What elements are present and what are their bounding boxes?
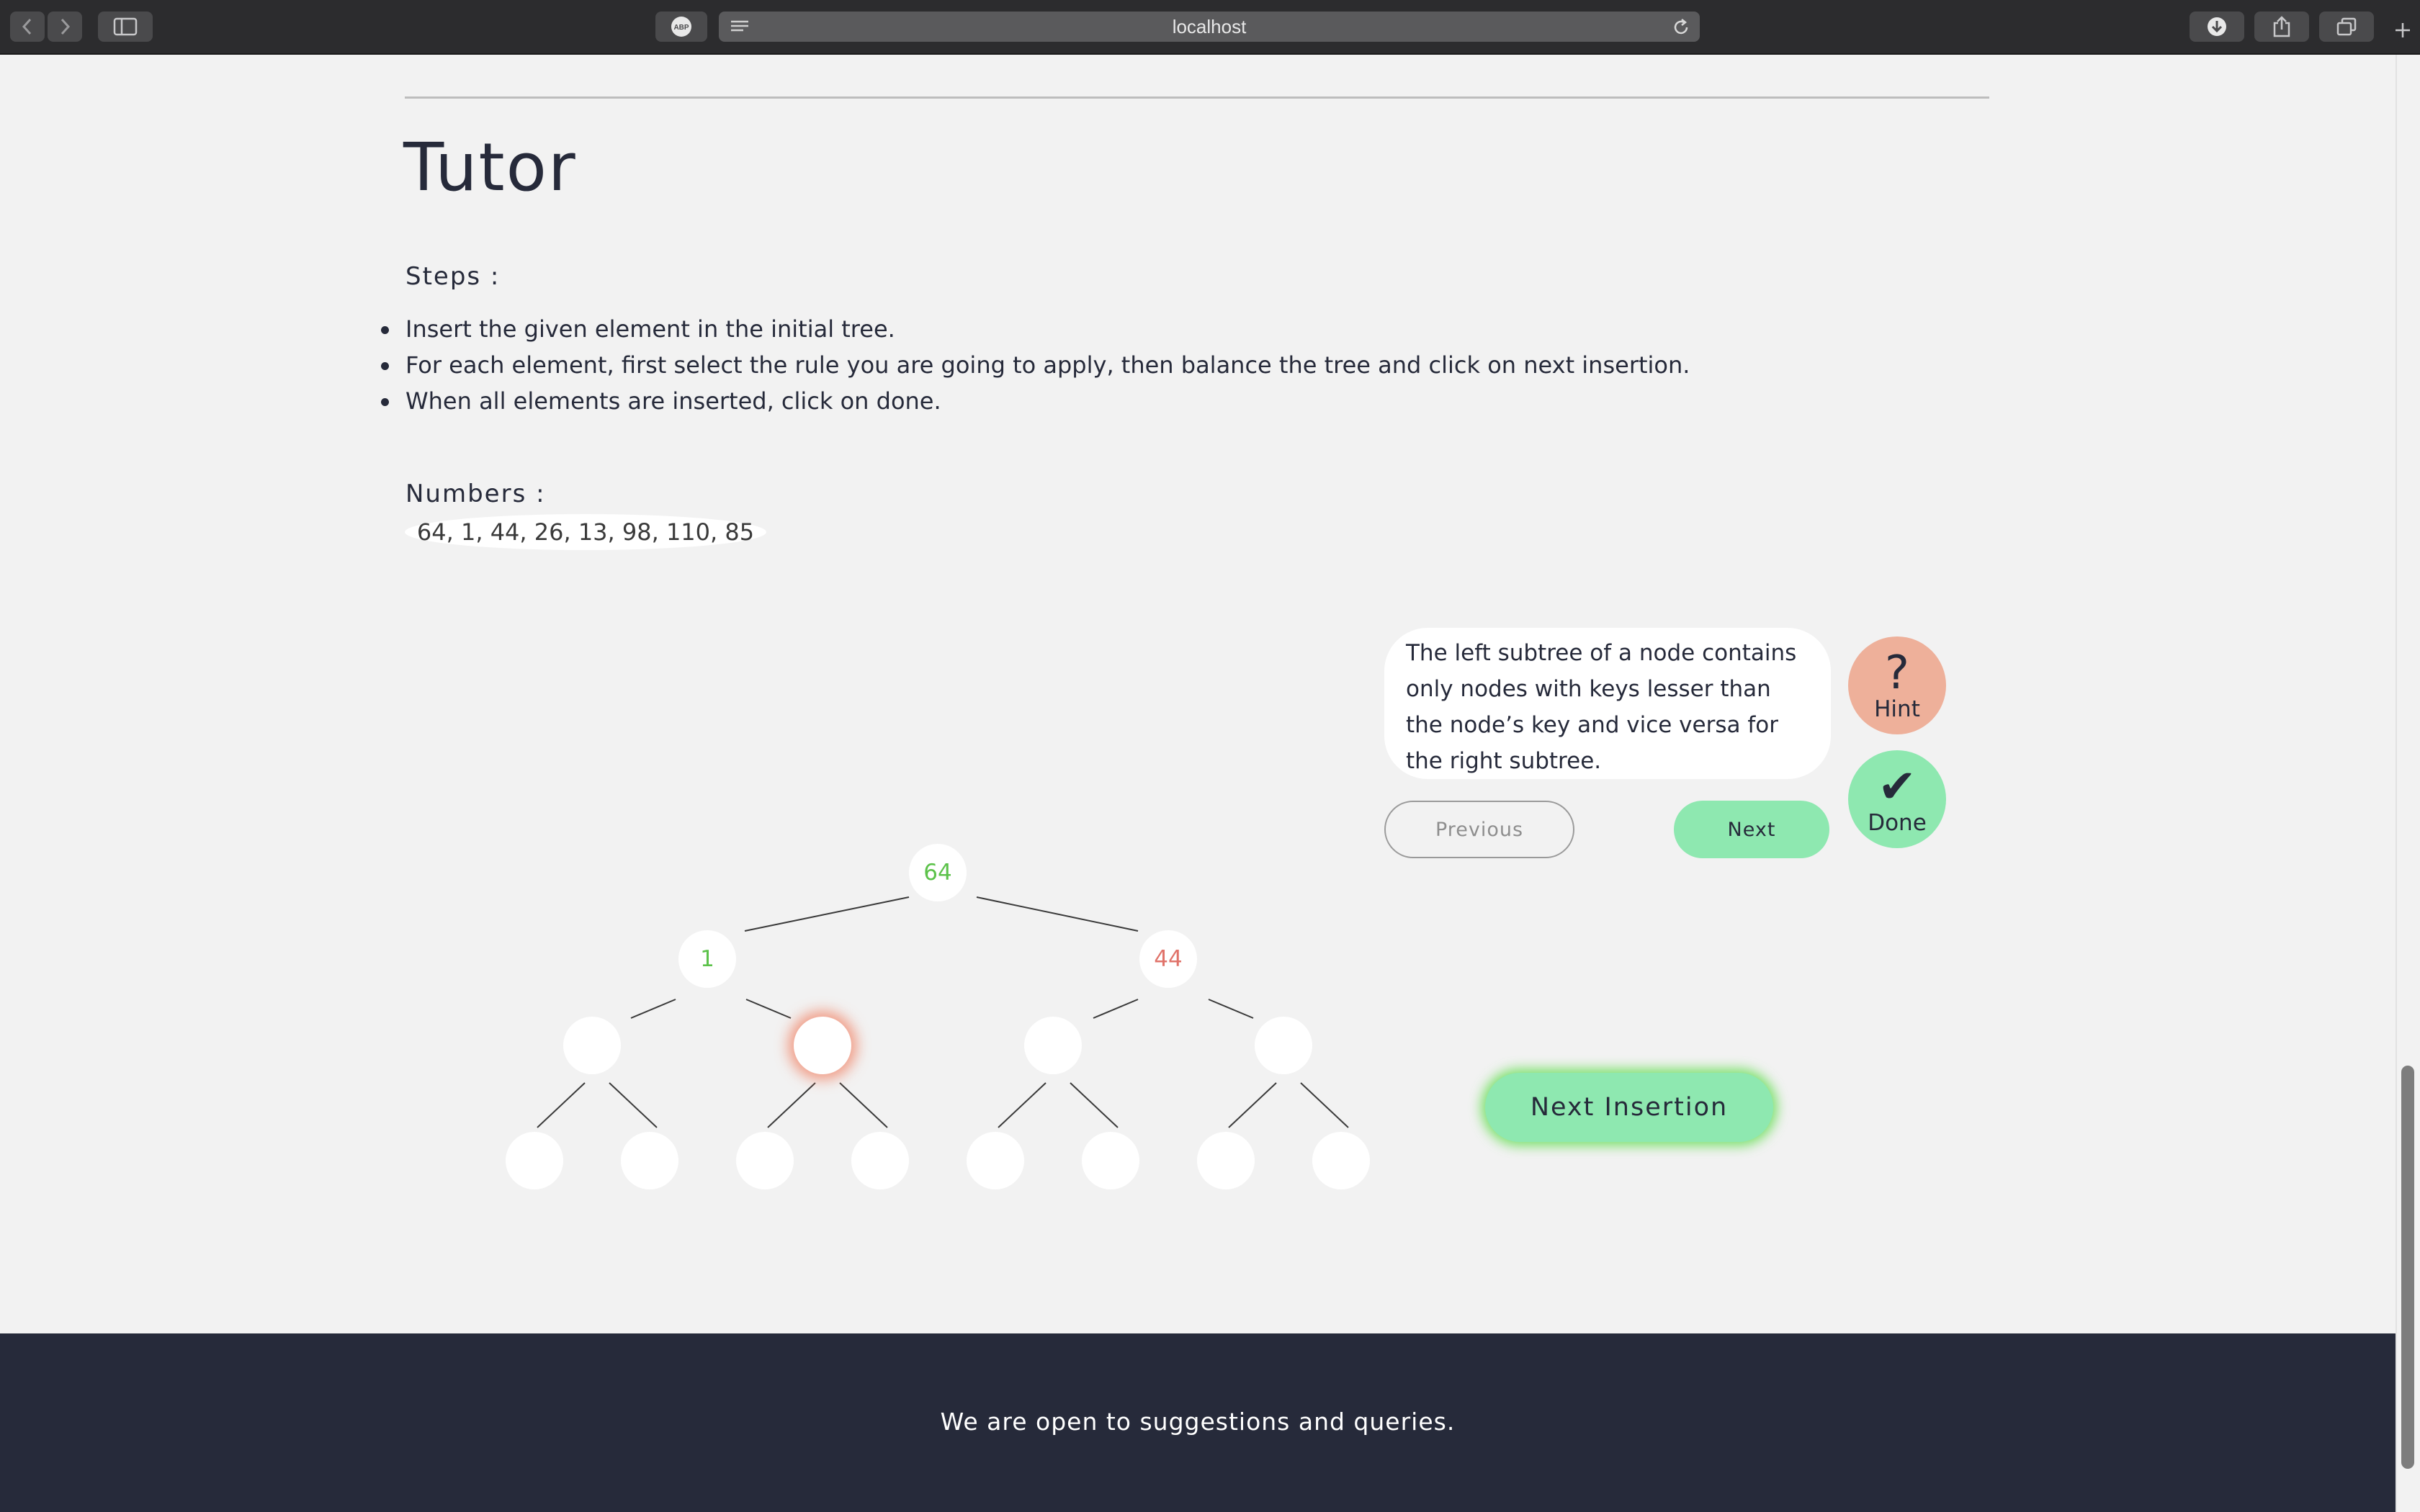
divider <box>405 96 1989 99</box>
tree-edge <box>1208 999 1254 1019</box>
tree-node[interactable] <box>506 1132 563 1189</box>
tree-node[interactable] <box>1312 1132 1370 1189</box>
page: ABP localhost Tutor Steps : Insert the g… <box>0 0 2420 1512</box>
tree-edge <box>537 1082 586 1128</box>
address-bar[interactable]: localhost <box>719 12 1700 42</box>
tree-node-root[interactable]: 64 <box>909 844 967 901</box>
tree-node[interactable] <box>736 1132 794 1189</box>
forward-button[interactable] <box>48 12 82 42</box>
chevron-right-icon <box>60 18 71 35</box>
done-label: Done <box>1868 810 1927 836</box>
tree-node[interactable] <box>1197 1132 1255 1189</box>
hint-text: The left subtree of a node contains only… <box>1384 628 1831 779</box>
done-button[interactable]: ✔ Done <box>1848 750 1946 848</box>
scrollbar-thumb[interactable] <box>2401 1066 2414 1469</box>
sidebar-icon <box>113 17 138 36</box>
reload-icon[interactable] <box>1671 17 1691 37</box>
tree-node[interactable]: 1 <box>678 930 736 988</box>
tree-edge <box>609 1082 658 1128</box>
new-tab-button[interactable] <box>2388 16 2417 45</box>
share-button[interactable] <box>2254 12 2309 42</box>
tree-node-selected[interactable] <box>794 1017 851 1074</box>
next-button[interactable]: Next <box>1674 801 1829 858</box>
tree-edge <box>744 896 910 932</box>
download-icon <box>2208 17 2226 36</box>
browser-toolbar: ABP localhost <box>0 0 2420 55</box>
tree-edge <box>767 1082 816 1128</box>
tree-node[interactable]: 44 <box>1139 930 1197 988</box>
tree-edge <box>1070 1082 1119 1128</box>
tree-node[interactable] <box>967 1132 1024 1189</box>
tree-edge <box>976 896 1139 932</box>
chevron-left-icon <box>22 18 32 35</box>
downloads-button[interactable] <box>2190 12 2244 42</box>
footer-text: We are open to suggestions and queries. <box>940 1408 1456 1436</box>
steps-list: Insert the given element in the initial … <box>380 311 1690 419</box>
step-item: When all elements are inserted, click on… <box>380 383 1690 419</box>
tree-edge <box>1228 1082 1277 1128</box>
previous-button[interactable]: Previous <box>1384 801 1574 858</box>
back-button[interactable] <box>10 12 45 42</box>
tree-edges <box>537 896 1349 1128</box>
binary-tree: 64 1 44 <box>0 0 2420 1512</box>
footer: We are open to suggestions and queries. <box>0 1333 2396 1512</box>
hint-label: Hint <box>1874 696 1920 722</box>
share-icon <box>2273 16 2290 37</box>
tree-edge <box>630 999 676 1019</box>
tree-edge <box>839 1082 888 1128</box>
next-insertion-button[interactable]: Next Insertion <box>1485 1073 1773 1142</box>
tree-edge <box>998 1082 1047 1128</box>
tree-edge <box>1093 999 1139 1019</box>
tree-node[interactable] <box>621 1132 678 1189</box>
adblock-button[interactable]: ABP <box>655 12 707 42</box>
steps-heading: Steps : <box>405 262 501 291</box>
tabs-overview-button[interactable] <box>2319 12 2374 42</box>
step-item: Insert the given element in the initial … <box>380 311 1690 347</box>
url-text: localhost <box>1172 16 1247 37</box>
tabs-icon <box>2336 17 2357 36</box>
hint-button[interactable]: ? Hint <box>1848 636 1946 734</box>
numbers-list: 64, 1, 44, 26, 13, 98, 110, 85 <box>405 514 766 550</box>
sidebar-toggle-button[interactable] <box>98 12 153 42</box>
tree-node[interactable] <box>1255 1017 1312 1074</box>
checkmark-icon: ✔ <box>1878 760 1917 814</box>
adblock-label: ABP <box>673 24 689 32</box>
tree-edge <box>745 999 792 1019</box>
tree-edge <box>1300 1082 1349 1128</box>
step-item: For each element, first select the rule … <box>380 347 1690 383</box>
adblock-icon: ABP <box>671 17 691 37</box>
tree-node[interactable] <box>563 1017 621 1074</box>
tree-node[interactable] <box>851 1132 909 1189</box>
plus-icon <box>2396 23 2410 37</box>
tree-node[interactable] <box>1024 1017 1082 1074</box>
numbers-heading: Numbers : <box>405 480 546 508</box>
page-title: Tutor <box>403 129 577 206</box>
question-mark-icon: ? <box>1885 647 1909 700</box>
tree-node[interactable] <box>1082 1132 1139 1189</box>
